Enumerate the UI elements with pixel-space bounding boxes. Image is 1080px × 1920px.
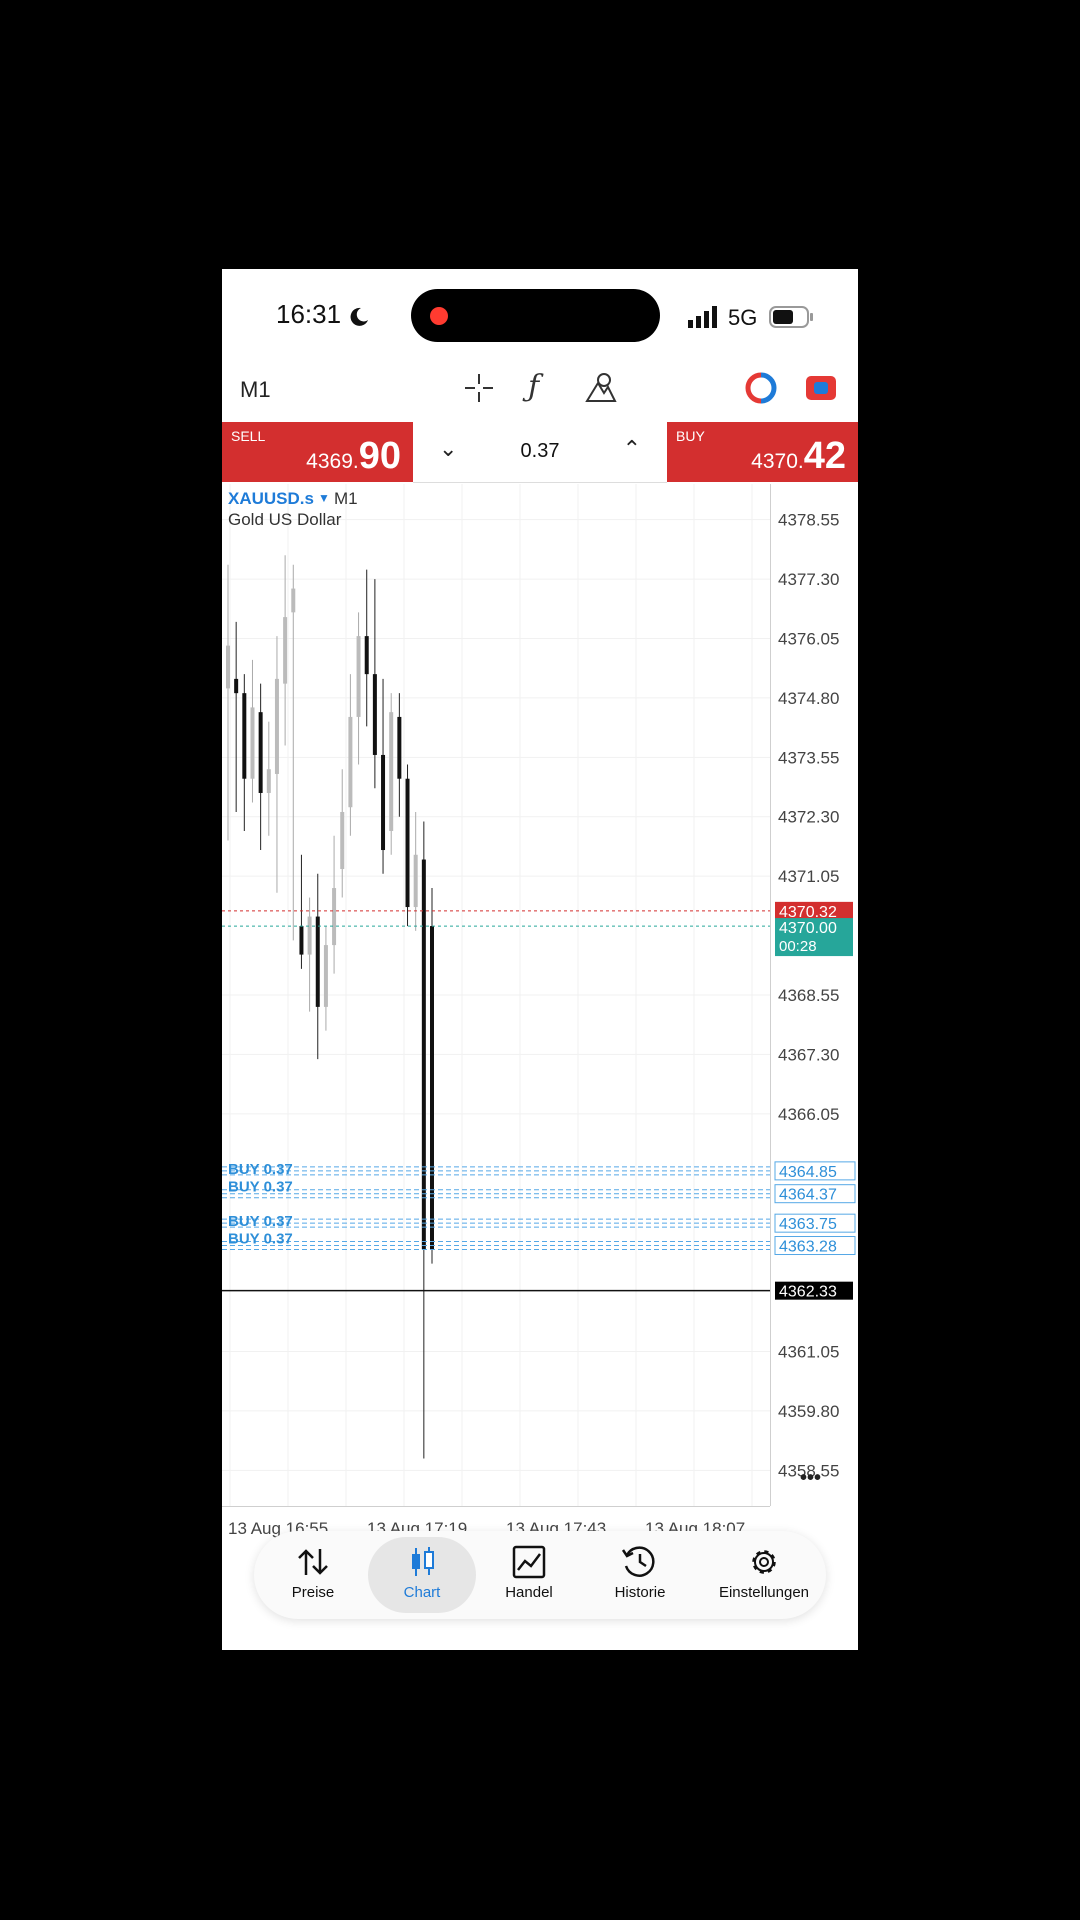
candle-body [413,854,418,908]
y-tick-label: 4367.30 [778,1045,839,1064]
candle-body [242,693,247,779]
timeframe-button[interactable]: M1 [240,377,271,403]
chart-symbol[interactable]: XAUUSD.s [228,489,314,509]
y-tick-label: 4359.80 [778,1402,839,1421]
candle-body [274,678,279,774]
nav-handel[interactable]: Handel [490,1531,568,1619]
settings-gear-icon [752,1550,776,1574]
candle-body [381,754,386,851]
y-tick-label: 4372.30 [778,808,839,827]
candlestick-icon [412,1547,434,1576]
bid-price-label: 4370.00 [779,920,837,937]
y-tick-label: 4368.55 [778,986,839,1005]
nav-label: Historie [614,1584,666,1601]
sell-label: SELL [231,428,266,444]
candle-body [234,678,239,694]
sell-price: 4369.90 [306,435,401,477]
position-price-label: 4363.75 [779,1216,837,1233]
buy-button[interactable]: BUY 4370.42 [667,422,858,482]
crosshair-icon[interactable] [463,372,495,404]
nav-einstellungen[interactable]: Einstellungen [706,1531,822,1619]
candle-body [250,707,255,779]
sell-button[interactable]: SELL 4369.90 [222,422,413,482]
dynamic-island [411,289,660,342]
y-tick-label: 4373.55 [778,748,839,767]
position-price-label: 4364.37 [779,1187,837,1204]
nav-label: Preise [291,1584,335,1601]
nav-preise[interactable]: Preise [274,1531,352,1619]
candle-body [364,636,369,675]
nav-historie[interactable]: Historie [590,1531,690,1619]
candle-body [430,926,434,1250]
battery-icon [769,306,813,328]
trade-toggle-icon[interactable] [745,372,777,404]
nav-chart[interactable]: Chart [383,1531,461,1619]
status-time: 16:31 [276,299,342,329]
buy-label: BUY [676,428,705,444]
chart-timeframe: M1 [334,489,358,508]
nav-label: Handel [505,1584,553,1601]
y-tick-label: 4378.55 [778,511,839,530]
volume-control: ⌄ 0.37 ⌃ [413,422,667,483]
symbol-dropdown-icon[interactable]: ▼ [318,491,330,505]
y-tick-label: 4361.05 [778,1343,839,1362]
signal-icon [688,306,717,328]
candle-body [258,712,263,793]
bottom-navigation: Preise Chart Handel Historie Einstellung… [254,1531,826,1619]
price-chart[interactable]: 4378.55 4377.30 4376.05 4374.80 4373.55 4372.… [222,484,858,1574]
candle-body [226,645,230,689]
nav-label: Chart [403,1584,441,1601]
position-text: BUY 0.37 [228,1179,293,1196]
position-price-label: 4364.85 [779,1164,837,1181]
y-tick-label: 4374.80 [778,689,839,708]
y-tick-label: 4377.30 [778,570,839,589]
y-tick-label: 4366.05 [778,1105,839,1124]
chart-description: Gold US Dollar [228,510,342,529]
candle-body [372,674,377,755]
y-tick-label: 4376.05 [778,629,839,648]
recording-indicator [430,307,448,325]
candle-body [389,712,394,832]
candle-body [299,926,304,955]
candle-body [323,945,328,1007]
trend-chart-icon [512,1545,546,1579]
phone-screen: 16:31 5G M1 ƒ SELL 4369.90 ⌄ 0.37 ⌃ BUY … [222,269,858,1650]
candle-body [348,716,353,808]
candle-body [397,716,402,779]
account-icon[interactable] [805,373,837,403]
moon-icon [350,307,368,326]
position-price-label: 4363.28 [779,1239,837,1256]
objects-icon[interactable] [584,371,618,405]
position-text: BUY 0.37 [228,1213,293,1230]
position-text: BUY 0.37 [228,1161,293,1178]
candle-body [405,778,410,908]
candle-body [340,811,345,870]
y-tick-label: 4371.05 [778,867,839,886]
buy-price: 4370.42 [751,435,846,477]
candle-body [315,916,320,1007]
current-price-label: 4362.33 [779,1284,837,1301]
candle-body [332,888,337,946]
candle-body [307,916,312,955]
nav-label: Einstellungen [718,1584,810,1601]
more-menu-icon[interactable]: ••• [800,1467,821,1489]
candle-body [421,859,426,1250]
candle-body [283,617,288,684]
network-type: 5G [728,305,758,330]
history-clock-icon [621,1546,655,1577]
function-icon[interactable]: ƒ [528,369,539,404]
candle-body [356,636,361,717]
volume-increase-button[interactable]: ⌃ [623,436,641,462]
candle-body [266,769,271,793]
candle-body [291,588,296,613]
position-text: BUY 0.37 [228,1231,293,1248]
candle-countdown: 00:28 [779,938,817,955]
arrows-updown-icon [298,1549,328,1575]
